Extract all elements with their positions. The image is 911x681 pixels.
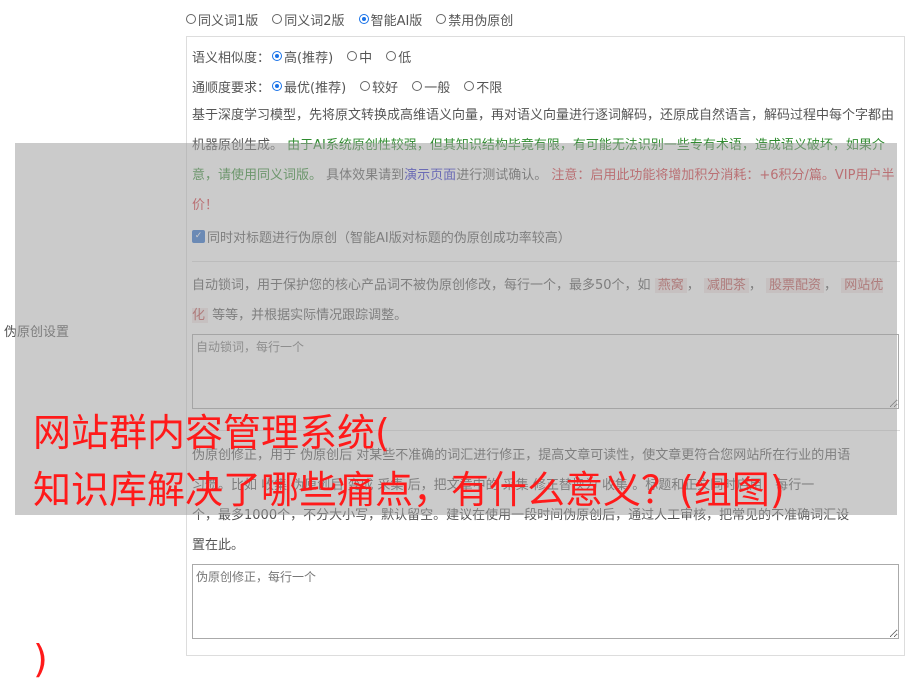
fluency-normal[interactable]: 一般: [412, 77, 450, 96]
radio-icon[interactable]: [436, 14, 447, 24]
title-rewrite-checkbox[interactable]: ✓ 同时对标题进行伪原创（智能AI版对标题的伪原创成功率较高）: [192, 227, 571, 246]
checkbox-checked-icon[interactable]: ✓: [192, 230, 205, 243]
mode-option-disabled[interactable]: 禁用伪原创: [436, 10, 513, 29]
radio-checked-icon[interactable]: [272, 51, 283, 61]
radio-icon[interactable]: [464, 81, 475, 91]
example-tag: 燕窝: [654, 278, 687, 293]
demo-page-link[interactable]: 演示页面: [404, 168, 456, 183]
fluency-best[interactable]: 最优(推荐): [272, 77, 346, 96]
divider: [192, 261, 900, 262]
banner-title-line1: 网站群内容管理系统(: [33, 411, 390, 455]
ai-description: 基于深度学习模型，先将原文转换成高维语义向量，再对语义向量进行逐词解码，还原成自…: [192, 108, 895, 213]
settings-side-label: 伪原创设置: [4, 325, 70, 340]
similarity-label: 语义相似度：: [192, 50, 271, 66]
example-tag: 股票配资: [766, 278, 825, 293]
fluency-row: 通顺度要求： 最优(推荐) 较好 一般 不限: [192, 76, 502, 96]
similarity-low[interactable]: 低: [386, 47, 411, 66]
lock-words-description: 自动锁词，用于保护您的核心产品词不被伪原创修改，每行一个，最多50个，如 燕窝，…: [192, 278, 884, 323]
radio-icon[interactable]: [412, 81, 423, 91]
radio-icon[interactable]: [386, 51, 397, 61]
lock-words-textarea[interactable]: [192, 334, 899, 409]
mode-option-synonym-2[interactable]: 同义词2版: [272, 10, 345, 29]
similarity-medium[interactable]: 中: [347, 47, 372, 66]
banner-title-line2: 知识库解决了哪些痛点，有什么意义？(组图): [33, 468, 785, 512]
radio-checked-icon[interactable]: [272, 81, 283, 91]
radio-icon[interactable]: [272, 14, 283, 24]
similarity-high[interactable]: 高(推荐): [272, 47, 333, 66]
radio-checked-icon[interactable]: [358, 14, 369, 24]
radio-icon[interactable]: [186, 14, 196, 24]
banner-title-line3: ): [33, 637, 48, 681]
correction-textarea[interactable]: [192, 564, 899, 639]
mode-option-ai[interactable]: 智能AI版: [358, 10, 422, 29]
example-tag: 减肥茶: [703, 278, 749, 293]
similarity-row: 语义相似度： 高(推荐) 中 低: [192, 46, 411, 66]
fluency-good[interactable]: 较好: [360, 77, 398, 96]
radio-icon[interactable]: [347, 51, 358, 61]
fluency-label: 通顺度要求：: [192, 80, 271, 96]
mode-radio-group: 同义词1版 同义词2版 智能AI版 禁用伪原创: [186, 9, 513, 29]
mode-option-synonym-1[interactable]: 同义词1版: [186, 10, 258, 29]
radio-icon[interactable]: [360, 81, 371, 91]
fluency-unlimited[interactable]: 不限: [464, 77, 502, 96]
